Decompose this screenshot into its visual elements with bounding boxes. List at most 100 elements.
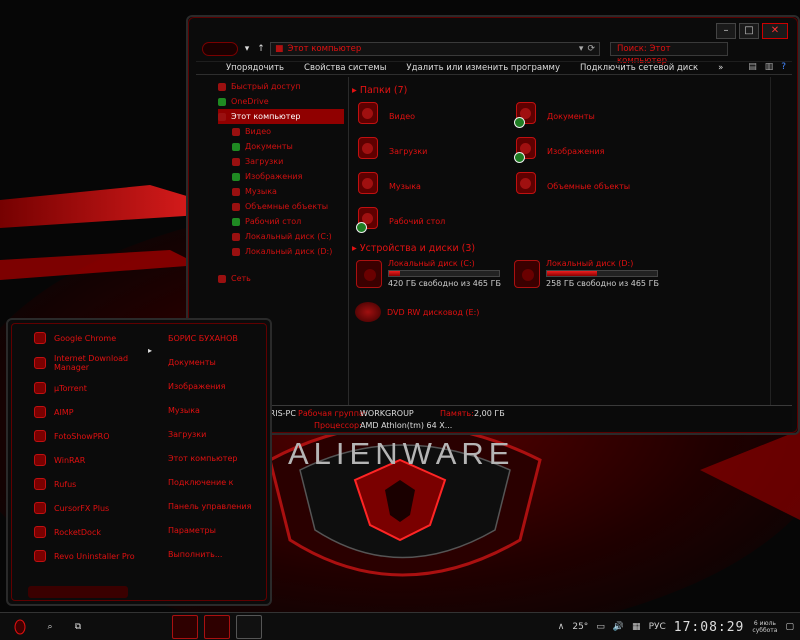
drive-c[interactable]: Локальный диск (C:) 420 ГБ свободно из 4… (356, 259, 501, 288)
program-cursorfx-plus[interactable]: CursorFX Plus (28, 496, 164, 520)
nav-this-pc[interactable]: Этот компьютер (218, 109, 344, 124)
notifications-icon[interactable]: ▢ (785, 622, 794, 632)
help-icon[interactable]: ? (781, 62, 786, 72)
nav-quick-access[interactable]: Быстрый доступ (218, 79, 344, 94)
place-pictures[interactable]: Изображения (168, 374, 268, 398)
folder-desktop[interactable]: Рабочий стол (356, 207, 445, 235)
cursor-icon (34, 502, 46, 514)
program-revo-uninstaller-pro[interactable]: Revo Uninstaller Pro (28, 544, 164, 568)
drive-name: Локальный диск (C:) (388, 259, 475, 268)
nav-pictures[interactable]: Изображения (218, 169, 344, 184)
program-list: Google Chrome Internet Download Manager … (28, 326, 164, 568)
nav-network[interactable]: Сеть (218, 271, 344, 286)
up-arrow-icon[interactable]: ↑ (256, 44, 266, 54)
nav-documents[interactable]: Документы (218, 139, 344, 154)
place-connect-to[interactable]: Подключение к (168, 470, 268, 494)
program-aimp[interactable]: AIMP (28, 400, 164, 424)
refresh-icon[interactable]: ⟳ (587, 44, 595, 54)
preview-pane-icon[interactable]: ▥ (765, 62, 774, 72)
music-player-icon (34, 406, 46, 418)
desktop-folder-icon (356, 207, 382, 235)
nav-drive-c[interactable]: Локальный диск (C:) (218, 229, 344, 244)
back-forward-button[interactable] (202, 42, 238, 56)
chevron-down-icon: ▸ (352, 243, 357, 254)
weather-temp[interactable]: 25° (572, 622, 588, 632)
minimize-button[interactable]: – (716, 23, 736, 39)
submenu-arrow-icon[interactable]: ▸ (148, 346, 152, 355)
organize-button[interactable]: Упорядочить (226, 63, 284, 73)
program-rufus[interactable]: Rufus (28, 472, 164, 496)
folders-section-header[interactable]: ▸ Папки (7) (352, 85, 407, 96)
show-hidden-icons-icon[interactable]: ∧ (558, 622, 565, 632)
folder-video[interactable]: Видео (356, 102, 415, 130)
taskbar-app-paint[interactable] (236, 615, 262, 639)
date[interactable]: 6 июль суббота (752, 620, 777, 634)
program-utorrent[interactable]: µTorrent (28, 376, 164, 400)
drive-d[interactable]: Локальный диск (D:) 258 ГБ свободно из 4… (514, 259, 659, 288)
place-settings[interactable]: Параметры (168, 518, 268, 542)
more-commands-button[interactable]: » (718, 63, 723, 73)
program-winrar[interactable]: WinRAR (28, 448, 164, 472)
video-folder-icon (232, 127, 240, 136)
computer-icon: ■ (275, 44, 284, 54)
clock[interactable]: 17:08:29 (674, 620, 745, 635)
pane-divider[interactable] (348, 77, 349, 407)
nav-downloads[interactable]: Загрузки (218, 154, 344, 169)
address-text: Этот компьютер (287, 44, 362, 54)
search-input[interactable]: Поиск: Этот компьютер (610, 42, 728, 66)
view-options-icon[interactable]: ▤ (748, 62, 757, 72)
nav-drive-d[interactable]: Локальный диск (D:) (218, 244, 344, 259)
program-rocketdock[interactable]: RocketDock (28, 520, 164, 544)
nav-music[interactable]: Музыка (218, 184, 344, 199)
place-user-folder[interactable]: БОРИС БУХАНОВ (168, 326, 268, 350)
nav-desktop[interactable]: Рабочий стол (218, 214, 344, 229)
taskbar-app-alienware[interactable] (172, 615, 198, 639)
address-bar[interactable]: ■ Этот компьютер ▾ ⟳ (270, 42, 600, 56)
place-run[interactable]: Выполнить... (168, 542, 268, 566)
map-network-drive-button[interactable]: Подключить сетевой диск (580, 63, 698, 73)
devices-section-header[interactable]: ▸ Устройства и диски (3) (352, 243, 475, 254)
place-documents[interactable]: Документы (168, 350, 268, 374)
search-button[interactable]: ⌕ (38, 613, 62, 640)
chevron-down-icon[interactable]: ▾ (242, 44, 252, 54)
uninstall-program-button[interactable]: Удалить или изменить программу (406, 63, 560, 73)
nav-video[interactable]: Видео (218, 124, 344, 139)
place-control-panel[interactable]: Панель управления (168, 494, 268, 518)
downloads-folder-icon (232, 157, 240, 166)
battery-icon[interactable]: ▭ (596, 622, 605, 632)
drive-dvd[interactable]: DVD RW дисковод (E:) (355, 302, 479, 322)
folder-pictures[interactable]: Изображения (514, 137, 604, 165)
close-button[interactable]: ✕ (762, 23, 788, 39)
place-this-pc[interactable]: Этот компьютер (168, 446, 268, 470)
program-google-chrome[interactable]: Google Chrome (28, 326, 164, 350)
folder-documents[interactable]: Документы (514, 102, 595, 130)
desktop-folder-icon (232, 217, 240, 226)
folder-music[interactable]: Музыка (356, 172, 421, 200)
folder-3d-objects[interactable]: Объемные объекты (514, 172, 630, 200)
pictures-folder-icon (514, 137, 540, 165)
3d-objects-folder-icon (514, 172, 540, 200)
all-programs-button[interactable] (28, 586, 128, 598)
volume-icon[interactable]: 🔊 (613, 622, 624, 632)
scrollbar[interactable] (770, 77, 780, 407)
start-button[interactable] (6, 613, 34, 640)
network-icon[interactable]: ▦ (632, 622, 641, 632)
dvd-disc-icon (355, 302, 381, 322)
workgroup-value: WORKGROUP (360, 409, 414, 418)
nav-onedrive[interactable]: OneDrive (218, 94, 344, 109)
language-indicator[interactable]: РУС (649, 622, 666, 632)
program-internet-download-manager[interactable]: Internet Download Manager (28, 350, 164, 376)
chevron-down-icon[interactable]: ▾ (579, 44, 584, 54)
place-downloads[interactable]: Загрузки (168, 422, 268, 446)
program-fotoshowpro[interactable]: FotoShowPRO (28, 424, 164, 448)
nav-3d-objects[interactable]: Объемные объекты (218, 199, 344, 214)
task-view-button[interactable]: ⧉ (66, 613, 90, 640)
system-properties-button[interactable]: Свойства системы (304, 63, 386, 73)
folder-downloads[interactable]: Загрузки (356, 137, 427, 165)
3d-objects-folder-icon (232, 202, 240, 211)
memory-label: Память: (440, 409, 474, 418)
place-music[interactable]: Музыка (168, 398, 268, 422)
maximize-button[interactable]: □ (739, 23, 759, 39)
taskbar-app-explorer[interactable] (204, 615, 230, 639)
workgroup-label: Рабочая группа: (298, 409, 367, 418)
